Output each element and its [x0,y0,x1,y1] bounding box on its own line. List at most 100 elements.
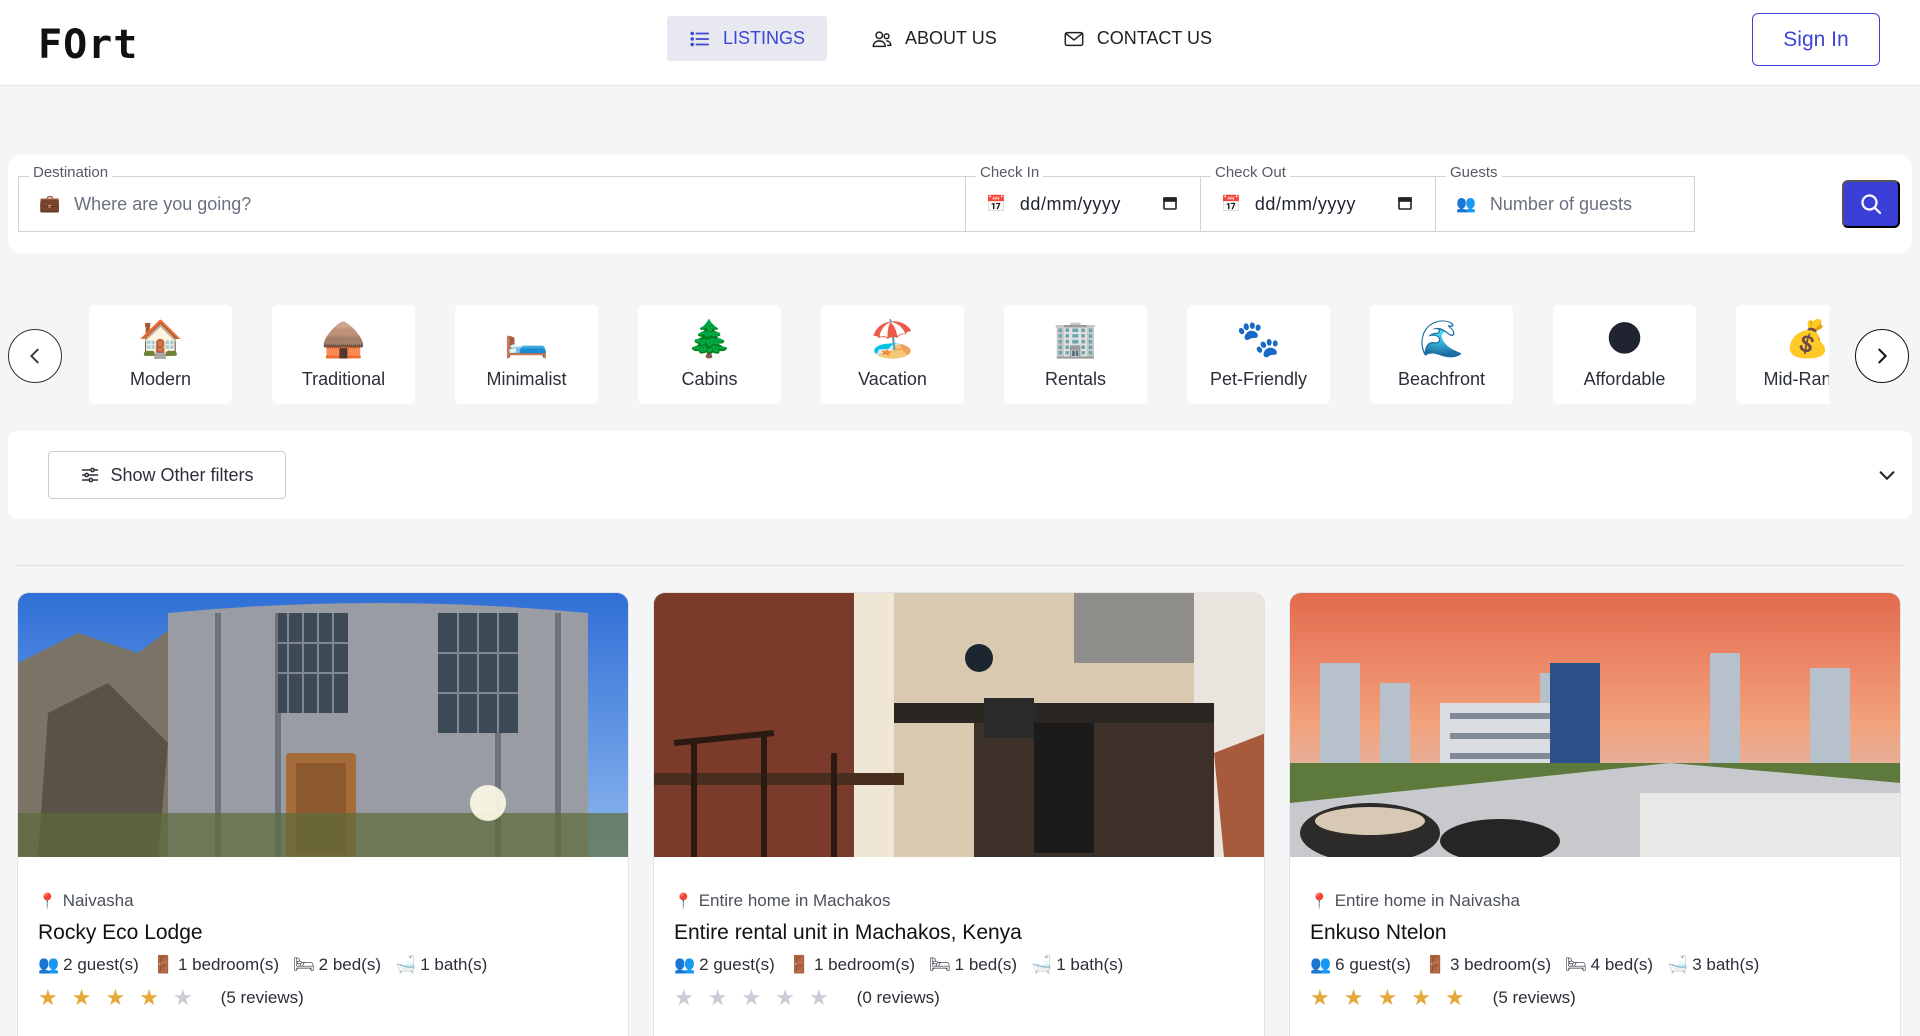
category-track: 🏠 Modern 🛖 Traditional 🛏️ Minimalist 🌲 Cabins 🏖️… [89,305,1829,404]
listing-title[interactable]: Enkuso Ntelon [1310,921,1880,945]
guests-count: 👥 2 guest(s) [38,955,139,974]
nav-about-label: ABOUT US [905,28,997,48]
guests-field[interactable]: Guests 👥 Number of guests [1435,164,1695,232]
listing-card[interactable]: 📍 Entire home in Machakos Entire rental u… [653,592,1265,1036]
category-label: Traditional [301,369,386,389]
guests-placeholder: Number of guests [1489,193,1632,214]
bed-icon: 🛏 [1565,955,1587,974]
check-in-value: dd/mm/yyyy [1019,193,1121,214]
listing-amenities: 👥 2 guest(s) 🚪 1 bedroom(s) 🛏 1 bed(s) 🛁 1 b… [674,955,1244,975]
check-in-field[interactable]: Check In 📅 dd/mm/yyyy [965,164,1201,232]
category-cabins[interactable]: 🌲 Cabins [638,305,781,404]
category-rentals[interactable]: 🏢 Rentals [1004,305,1147,404]
search-button[interactable] [1842,180,1900,228]
destination-field[interactable]: Destination 💼 Where are you going? [18,164,966,232]
people-icon: 👥 [1310,955,1332,974]
star-icon: ★ [707,985,728,1010]
category-modern[interactable]: 🏠 Modern [89,305,232,404]
listing-title[interactable]: Entire rental unit in Machakos, Kenya [674,921,1244,945]
chevron-right-icon [1878,348,1888,364]
review-count: (5 reviews) [220,988,304,1007]
top-header: FOrt LISTINGS ABOUT US CONTACT US Sign I… [0,0,1920,86]
category-icon: 🐾 [1236,318,1281,359]
calendar-emoji-icon: 📅 [986,196,1006,213]
star-icon: ★ [105,985,126,1010]
star-icon: ★ [741,985,762,1010]
review-count: (0 reviews) [856,988,940,1007]
category-next-button[interactable] [1855,329,1909,383]
category-viewport: 🏠 Modern 🛖 Traditional 🛏️ Minimalist 🌲 Cabins 🏖️… [89,305,1829,406]
category-label: Modern [129,369,192,389]
destination-placeholder: Where are you going? [74,193,252,214]
category-icon: 🌲 [687,318,732,359]
listing-rating: ★ ★ ★ ★ ★ (5 reviews) [1310,985,1880,1011]
listing-rating: ★ ★ ★ ★ ★ (0 reviews) [674,985,1244,1011]
category-icon: 🌑 [1605,318,1644,359]
category-row: 🏠 Modern 🛖 Traditional 🛏️ Minimalist 🌲 Cabins 🏖️… [0,280,1920,430]
listing-location: 📍 Naivasha [38,891,134,910]
show-filters-label: Show Other filters [110,464,254,485]
bathtub-icon: 🛁 [395,955,417,974]
search-panel: Destination 💼 Where are you going? Check… [8,155,1912,253]
category-icon: 🏠 [138,318,183,359]
star-rating: ★ ★ ★ ★ ★ [674,985,843,1011]
category-mid-range[interactable]: 💰 Mid-Range [1736,305,1829,404]
listing-location: 📍 Entire home in Naivasha [1310,891,1520,910]
listing-title[interactable]: Rocky Eco Lodge [38,921,608,945]
bedrooms-count: 🚪 1 bedroom(s) [152,955,280,974]
category-pet-friendly[interactable]: 🐾 Pet-Friendly [1187,305,1330,404]
list-icon [690,31,710,46]
check-out-field[interactable]: Check Out 📅 dd/mm/yyyy [1200,164,1436,232]
luggage-icon: 💼 [39,194,61,213]
sign-in-button[interactable]: Sign In [1752,13,1880,66]
listing-card[interactable]: 📍 Naivasha Rocky Eco Lodge 👥 2 guest(s) 🚪 1… [17,592,629,1036]
brand-logo[interactable]: FOrt [38,22,138,68]
category-affordable[interactable]: 🌑 Affordable [1553,305,1696,404]
bathtub-icon: 🛁 [1667,955,1689,974]
guests-count: 👥 6 guest(s) [1310,955,1411,974]
bedrooms-count: 🚪 1 bedroom(s) [788,955,916,974]
calendar-icon[interactable] [1397,195,1413,211]
star-icon: ★ [1310,985,1330,1010]
baths-count: 🛁 1 bath(s) [395,955,488,974]
listing-amenities: 👥 2 guest(s) 🚪 1 bedroom(s) 🛏 2 bed(s) 🛁 1 b… [38,955,608,975]
star-rating: ★ ★ ★ ★ ★ [38,985,207,1011]
star-icon: ★ [1411,985,1431,1010]
category-icon: 🌊 [1419,318,1464,359]
category-minimalist[interactable]: 🛏️ Minimalist [455,305,598,404]
listing-photo-rocky-lodge[interactable] [18,593,628,857]
star-icon: ★ [808,985,829,1010]
category-icon: 🛏️ [504,318,549,359]
main-nav: LISTINGS ABOUT US CONTACT US [667,16,1234,61]
pin-icon: 📍 [674,893,693,910]
star-icon: ★ [1377,985,1398,1010]
door-icon: 🚪 [1424,955,1446,974]
users-icon [872,30,892,47]
chevron-down-icon[interactable] [1876,464,1898,486]
category-icon: 🏢 [1053,318,1098,359]
people-icon: 👥 [674,955,696,974]
listing-photo-machakos[interactable] [654,593,1264,857]
nav-listings[interactable]: LISTINGS [667,16,828,61]
filter-panel: Show Other filters [8,431,1912,519]
category-traditional[interactable]: 🛖 Traditional [272,305,415,404]
people-icon: 👥 [38,955,60,974]
search-icon [1861,194,1882,215]
calendar-icon[interactable] [1162,195,1178,211]
star-rating: ★ ★ ★ ★ ★ [1310,985,1479,1011]
listing-card[interactable]: 📍 Entire home in Naivasha Enkuso Ntelon 👥… [1289,592,1901,1036]
nav-about-us[interactable]: ABOUT US [849,16,1019,61]
category-icon: 🏖️ [870,318,915,359]
show-filters-button[interactable]: Show Other filters [48,451,286,499]
category-label: Vacation [858,369,927,389]
listing-photo-enkuso[interactable] [1290,593,1900,857]
baths-count: 🛁 1 bath(s) [1031,955,1124,974]
chevron-left-icon [30,348,39,364]
category-prev-button[interactable] [8,329,62,383]
category-vacation[interactable]: 🏖️ Vacation [821,305,964,404]
category-beachfront[interactable]: 🌊 Beachfront [1370,305,1513,404]
door-icon: 🚪 [788,955,810,974]
section-divider [16,565,1904,566]
door-icon: 🚪 [152,955,174,974]
nav-contact-us[interactable]: CONTACT US [1041,16,1234,61]
